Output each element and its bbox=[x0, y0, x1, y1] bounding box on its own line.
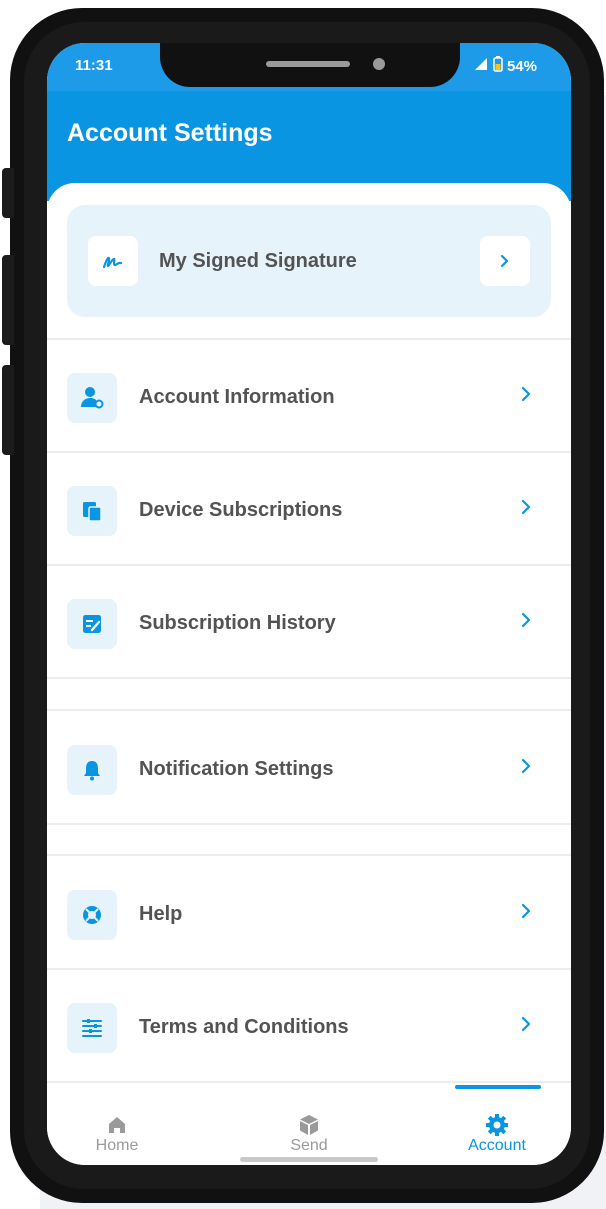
menu-item-subscription-history[interactable]: Subscription History bbox=[47, 594, 571, 654]
status-time: 11:31 bbox=[75, 57, 113, 74]
copy-icon bbox=[67, 486, 117, 536]
user-gear-icon bbox=[67, 373, 117, 423]
bottom-tab-bar: Home Send Account bbox=[47, 1085, 571, 1165]
divider bbox=[47, 823, 571, 825]
menu-item-label: Notification Settings bbox=[139, 758, 334, 780]
speaker bbox=[266, 61, 350, 67]
status-bar: 11:31 54% bbox=[47, 43, 571, 91]
tab-home[interactable]: Home bbox=[47, 1101, 187, 1165]
chevron-right-icon bbox=[519, 903, 533, 924]
menu-item-help[interactable]: Help bbox=[47, 885, 571, 945]
phone-screen: 11:31 54% Account Settings My Signed Sig… bbox=[47, 43, 571, 1165]
home-indicator bbox=[240, 1157, 378, 1162]
menu-item-label: Terms and Conditions bbox=[139, 1016, 349, 1038]
divider bbox=[47, 1081, 571, 1083]
menu-item-label: Account Information bbox=[139, 386, 335, 408]
settings-list: My Signed Signature Account Information … bbox=[47, 183, 571, 1103]
tab-label: Send bbox=[290, 1137, 328, 1154]
active-tab-indicator bbox=[455, 1085, 541, 1089]
battery-icon bbox=[493, 56, 503, 76]
signal-icon bbox=[473, 56, 489, 76]
divider bbox=[47, 854, 571, 856]
chevron-right-icon bbox=[519, 386, 533, 407]
chevron-right-icon bbox=[519, 499, 533, 520]
edit-list-icon bbox=[67, 599, 117, 649]
tab-send[interactable]: Send bbox=[239, 1101, 379, 1165]
bell-icon bbox=[67, 745, 117, 795]
menu-item-notification-settings[interactable]: Notification Settings bbox=[47, 740, 571, 800]
phone-side-button-2 bbox=[2, 255, 14, 345]
chevron-right-icon bbox=[500, 254, 509, 268]
my-signature-card[interactable]: My Signed Signature bbox=[67, 205, 551, 317]
battery-percent: 54% bbox=[506, 57, 537, 75]
phone-side-button-1 bbox=[2, 168, 14, 218]
chevron-right-icon bbox=[519, 758, 533, 779]
lifebuoy-icon bbox=[67, 890, 117, 940]
chevron-right-icon bbox=[519, 612, 533, 633]
page-title: Account Settings bbox=[67, 119, 273, 147]
status-icons: 54% bbox=[473, 56, 537, 76]
front-camera bbox=[373, 58, 385, 70]
divider bbox=[47, 451, 571, 453]
divider bbox=[47, 677, 571, 679]
home-icon bbox=[103, 1111, 131, 1139]
gear-icon bbox=[483, 1111, 511, 1139]
menu-item-terms-and-conditions[interactable]: Terms and Conditions bbox=[47, 998, 571, 1058]
menu-item-label: Device Subscriptions bbox=[139, 499, 343, 521]
menu-item-label: Help bbox=[139, 903, 183, 925]
divider bbox=[47, 968, 571, 970]
chevron-right-icon bbox=[519, 1016, 533, 1037]
tab-label: Home bbox=[95, 1137, 139, 1154]
list-lines-icon bbox=[67, 1003, 117, 1053]
signature-label: My Signed Signature bbox=[159, 250, 357, 272]
camera-notch bbox=[160, 43, 460, 87]
signature-icon bbox=[88, 236, 138, 286]
menu-item-label: Subscription History bbox=[139, 612, 336, 634]
divider bbox=[47, 338, 571, 340]
signature-open-button[interactable] bbox=[480, 236, 530, 286]
phone-side-button-3 bbox=[2, 365, 14, 455]
tab-account[interactable]: Account bbox=[427, 1085, 567, 1165]
divider bbox=[47, 564, 571, 566]
tab-label: Account bbox=[468, 1137, 526, 1154]
box-icon bbox=[295, 1111, 323, 1139]
menu-item-device-subscriptions[interactable]: Device Subscriptions bbox=[47, 481, 571, 541]
divider bbox=[47, 709, 571, 711]
menu-item-account-information[interactable]: Account Information bbox=[47, 368, 571, 428]
